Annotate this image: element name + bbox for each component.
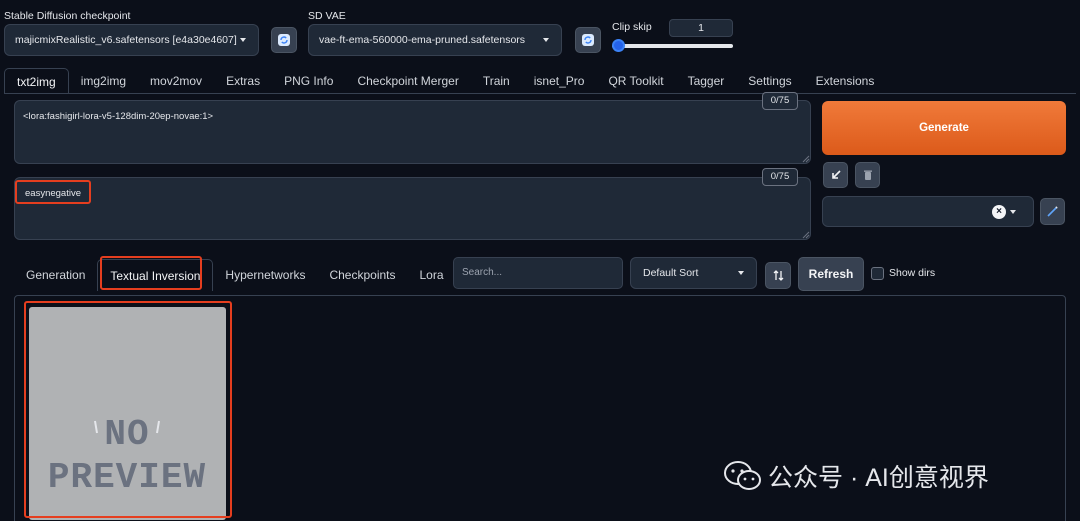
subtab-hypernetworks[interactable]: Hypernetworks <box>213 259 317 291</box>
refresh-icon <box>582 34 594 46</box>
resize-handle-icon[interactable] <box>802 155 810 163</box>
negative-prompt-input[interactable]: easynegative <box>14 177 811 240</box>
tab-checkpoint-merger[interactable]: Checkpoint Merger <box>345 68 470 94</box>
subtab-checkpoints[interactable]: Checkpoints <box>317 259 407 291</box>
no-preview-image: NO PREVIEW <box>48 414 206 498</box>
styles-dropdown[interactable]: × <box>822 196 1034 227</box>
chevron-down-icon <box>543 38 549 42</box>
read-params-button[interactable] <box>823 162 848 188</box>
no-preview-line1: NO <box>104 414 149 455</box>
tab-tagger[interactable]: Tagger <box>676 68 737 94</box>
sort-value: Default Sort <box>643 267 699 279</box>
sort-arrows-icon <box>773 270 783 281</box>
negative-token-counter: 0/75 <box>762 168 798 186</box>
arrow-down-left-icon <box>831 170 841 179</box>
negative-prompt-text: easynegative <box>25 188 81 199</box>
checkpoint-label: Stable Diffusion checkpoint <box>4 10 131 22</box>
sort-order-button[interactable] <box>765 262 791 289</box>
positive-prompt-input[interactable]: <lora:fashigirl-lora-v5-128dim-20ep-nova… <box>14 100 811 164</box>
clear-icon[interactable]: × <box>992 205 1006 219</box>
refresh-checkpoint-button[interactable] <box>271 27 297 53</box>
refresh-vae-button[interactable] <box>575 27 601 53</box>
clip-skip-input[interactable]: 1 <box>669 19 733 37</box>
clip-skip-slider-track[interactable] <box>612 44 733 48</box>
tab-mov2mov[interactable]: mov2mov <box>138 68 214 94</box>
chevron-down-icon <box>240 38 246 42</box>
tab-img2img[interactable]: img2img <box>69 68 138 94</box>
checkpoint-dropdown[interactable]: majicmixRealistic_v6.safetensors [e4a30e… <box>4 24 259 56</box>
vae-dropdown[interactable]: vae-ft-ema-560000-ema-pruned.safetensors <box>308 24 562 56</box>
main-tabs: txt2img img2img mov2mov Extras PNG Info … <box>4 68 886 94</box>
vae-label: SD VAE <box>308 10 346 22</box>
subtab-textual-inversion[interactable]: Textual Inversion <box>97 259 214 291</box>
vae-value: vae-ft-ema-560000-ema-pruned.safetensors <box>319 34 526 46</box>
positive-token-counter: 0/75 <box>762 92 798 110</box>
extra-networks-tabs: Generation Textual Inversion Hypernetwor… <box>14 259 456 291</box>
subtab-generation[interactable]: Generation <box>14 259 97 291</box>
tab-settings[interactable]: Settings <box>736 68 803 94</box>
search-input[interactable]: Search... <box>453 257 623 289</box>
clip-skip-label: Clip skip <box>612 21 652 33</box>
edit-styles-button[interactable] <box>1040 198 1065 225</box>
watermark: 公众号 · AI创意视界 <box>724 458 989 494</box>
chevron-down-icon <box>738 271 744 275</box>
watermark-text: 公众号 · AI创意视界 <box>768 464 989 492</box>
refresh-icon <box>278 34 290 46</box>
tab-qr-toolkit[interactable]: QR Toolkit <box>596 68 675 94</box>
refresh-button[interactable]: Refresh <box>798 257 864 291</box>
show-dirs-label: Show dirs <box>889 267 936 279</box>
tabs-divider <box>4 93 1076 94</box>
tab-png-info[interactable]: PNG Info <box>272 68 345 94</box>
tab-isnet-pro[interactable]: isnet_Pro <box>522 68 597 94</box>
no-preview-line2: PREVIEW <box>48 457 206 498</box>
show-dirs-checkbox[interactable] <box>871 267 884 280</box>
tab-extensions[interactable]: Extensions <box>804 68 887 94</box>
tab-train[interactable]: Train <box>471 68 522 94</box>
wechat-icon <box>724 461 761 490</box>
subtab-lora[interactable]: Lora <box>408 259 456 291</box>
chevron-down-icon <box>1010 210 1016 214</box>
generate-button[interactable]: Generate <box>822 101 1066 155</box>
trash-icon <box>863 170 872 180</box>
clear-prompt-button[interactable] <box>855 162 880 188</box>
checkpoint-value: majicmixRealistic_v6.safetensors [e4a30e… <box>15 34 237 46</box>
sort-dropdown[interactable]: Default Sort <box>630 257 757 289</box>
resize-handle-icon[interactable] <box>802 231 810 239</box>
tab-txt2img[interactable]: txt2img <box>4 68 69 94</box>
brush-icon <box>1047 206 1058 217</box>
embedding-card[interactable]: NO PREVIEW <box>29 307 226 520</box>
tab-extras[interactable]: Extras <box>214 68 272 94</box>
clip-skip-slider-thumb[interactable] <box>612 39 625 52</box>
